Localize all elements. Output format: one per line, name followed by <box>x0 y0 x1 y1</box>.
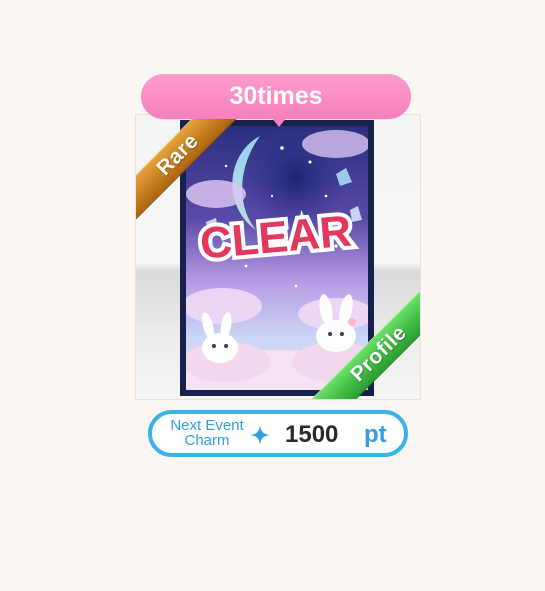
charm-label-line1: Next Event <box>170 417 244 434</box>
charm-points-unit: pt <box>364 421 387 448</box>
card-artwork: CLEAR CLEAR <box>180 120 374 396</box>
reward-panel: CLEAR CLEAR Rare Profile 30times Next Ev… <box>0 0 545 591</box>
charm-label: Next Event Charm <box>162 418 252 448</box>
reward-card[interactable]: CLEAR CLEAR Rare Profile <box>136 115 420 399</box>
sparkle-icon <box>250 425 270 445</box>
charm-label-line2: Charm <box>184 432 230 449</box>
times-bubble: 30times <box>141 74 411 119</box>
next-event-charm-pill: Next Event Charm 1500 pt <box>148 410 408 457</box>
times-bubble-tail <box>271 117 287 127</box>
charm-points-value: 1500 <box>285 421 339 448</box>
